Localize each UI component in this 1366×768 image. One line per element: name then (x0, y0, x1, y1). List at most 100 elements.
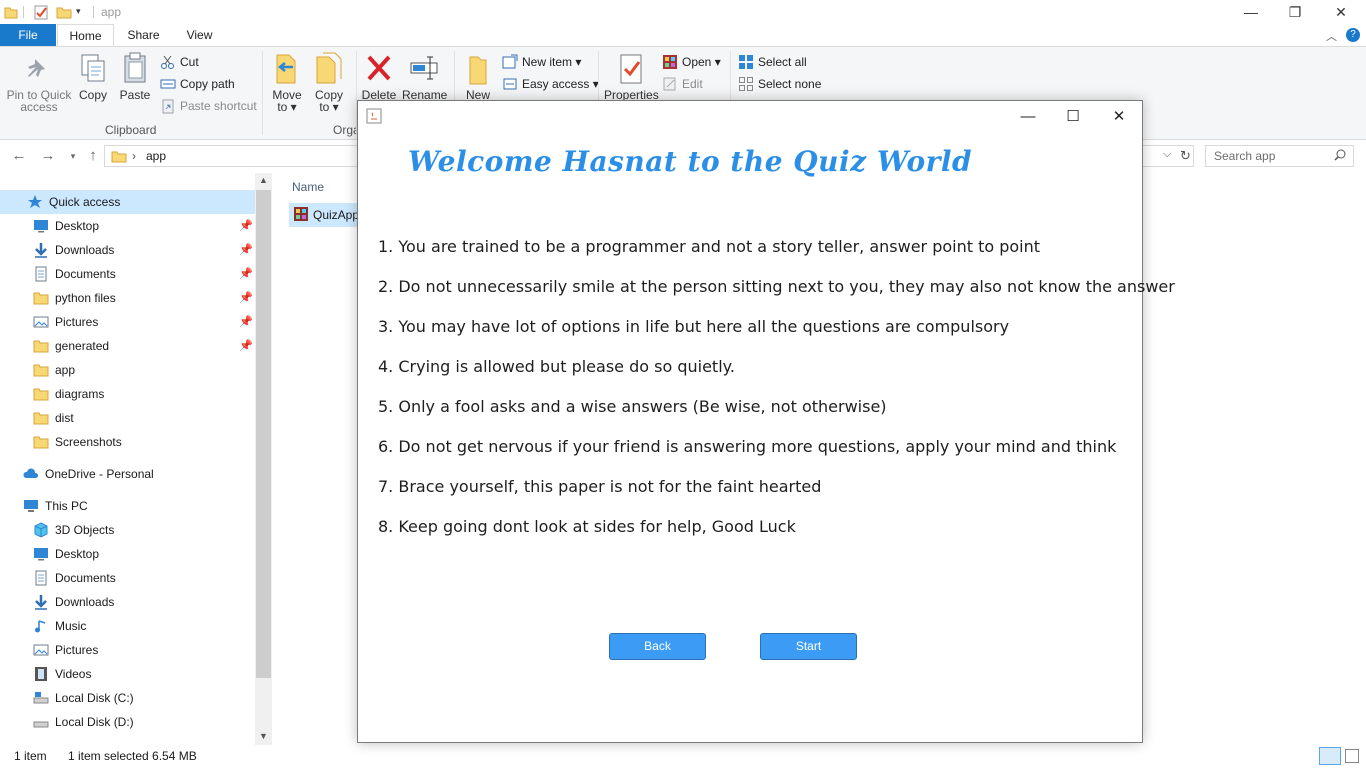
drive-c-icon (33, 690, 49, 706)
breadcrumb-chevron-icon[interactable]: › (132, 149, 136, 163)
address-dropdown-icon[interactable]: ⌵ (1163, 148, 1171, 161)
details-view-icon[interactable] (1319, 747, 1341, 765)
dialog-close-button[interactable]: ✕ (1096, 101, 1142, 131)
copy-to-button[interactable]: Copy to ▾ (310, 51, 348, 113)
documents-icon (33, 570, 49, 586)
nav-pc-local-disk-c[interactable]: Local Disk (C:) (0, 686, 255, 710)
up-arrow-icon[interactable]: ↑ (84, 147, 102, 165)
paste-button[interactable]: Paste (118, 51, 152, 101)
dialog-maximize-button[interactable]: ☐ (1050, 101, 1096, 131)
forward-arrow-icon[interactable]: → (39, 147, 57, 165)
nav-qa-downloads[interactable]: Downloads 📌 (0, 238, 255, 262)
new-folder-button[interactable]: New (460, 51, 496, 101)
back-arrow-icon[interactable]: ← (10, 147, 28, 165)
new-item-icon (502, 54, 518, 70)
help-icon[interactable]: ? (1346, 28, 1360, 42)
nav-item-label: Videos (55, 667, 92, 681)
nav-pc-local-disk-d[interactable]: Local Disk (D:) (0, 710, 255, 734)
nav-pc-3d-objects[interactable]: 3D Objects (0, 518, 255, 542)
nav-qa-dist[interactable]: dist (0, 406, 255, 430)
scroll-up-icon[interactable]: ▲ (259, 175, 268, 185)
minimize-button[interactable]: — (1228, 0, 1274, 24)
rule-8: 8. Keep going dont look at sides for hel… (378, 517, 796, 536)
nav-item-label: Documents (55, 267, 116, 281)
download-arrow-icon (33, 242, 49, 258)
nav-pc-music[interactable]: Music (0, 614, 255, 638)
search-icon (1334, 149, 1346, 164)
rule-7: 7. Brace yourself, this paper is not for… (378, 477, 822, 496)
nav-pc-downloads[interactable]: Downloads (0, 590, 255, 614)
folder-icon (33, 362, 49, 378)
select-all-button[interactable]: Select all (738, 53, 807, 71)
properties-button[interactable]: Properties (604, 51, 659, 101)
close-button[interactable]: ✕ (1318, 0, 1364, 24)
nav-pc-desktop[interactable]: Desktop (0, 542, 255, 566)
nav-qa-screenshots[interactable]: Screenshots (0, 430, 255, 454)
nav-qa-diagrams[interactable]: diagrams (0, 382, 255, 406)
pin-icon[interactable]: 📌 (239, 291, 253, 304)
nav-qa-generated[interactable]: generated 📌 (0, 334, 255, 358)
copy-button[interactable]: Copy (76, 51, 110, 101)
recent-locations-icon[interactable]: ▾ (64, 147, 82, 165)
nav-scrollbar[interactable]: ▲ ▼ (255, 173, 272, 745)
nav-pc-pictures[interactable]: Pictures (0, 638, 255, 662)
group-separator (262, 51, 263, 135)
pin-icon[interactable]: 📌 (239, 315, 253, 328)
scroll-down-icon[interactable]: ▼ (259, 731, 268, 741)
open-button[interactable]: Open ▾ (662, 53, 721, 71)
new-folder-quick-icon[interactable] (56, 4, 72, 20)
search-input[interactable]: Search app (1205, 145, 1354, 167)
breadcrumb-app[interactable]: app (146, 149, 166, 163)
rename-button[interactable]: Rename (402, 51, 447, 101)
nav-item-label: python files (55, 291, 116, 305)
nav-pc-documents[interactable]: Documents (0, 566, 255, 590)
paste-shortcut-button[interactable]: Paste shortcut (160, 97, 257, 115)
large-icons-view-icon[interactable] (1345, 749, 1359, 763)
edit-button[interactable]: Edit (662, 75, 703, 93)
back-button[interactable]: Back (609, 633, 706, 660)
folder-icon (33, 290, 49, 306)
tab-home[interactable]: Home (57, 24, 114, 47)
pin-to-quick-access-button[interactable]: Pin to Quick access (4, 51, 74, 113)
folder-icon (33, 434, 49, 450)
file-name: QuizApp (313, 208, 360, 222)
column-header-name[interactable]: Name (292, 180, 324, 194)
refresh-icon[interactable]: ↻ (1180, 148, 1191, 164)
tab-view[interactable]: View (172, 24, 227, 46)
nav-quick-access[interactable]: Quick access (0, 190, 255, 214)
restore-button[interactable]: ❐ (1272, 0, 1318, 24)
nav-onedrive[interactable]: OneDrive - Personal (0, 462, 255, 486)
customize-toolbar-icon[interactable]: ▾ (76, 6, 86, 22)
copy-icon (81, 54, 105, 82)
cut-button[interactable]: Cut (160, 53, 199, 71)
delete-button[interactable]: Delete (360, 51, 398, 101)
dialog-minimize-button[interactable]: — (1005, 101, 1051, 131)
new-item-button[interactable]: New item ▾ (502, 53, 581, 71)
scroll-thumb[interactable] (256, 190, 271, 678)
nav-qa-desktop[interactable]: Desktop 📌 (0, 214, 255, 238)
nav-this-pc[interactable]: This PC (0, 494, 255, 518)
pin-icon[interactable]: 📌 (239, 339, 253, 352)
nav-qa-app[interactable]: app (0, 358, 255, 382)
rule-4: 4. Crying is allowed but please do so qu… (378, 357, 735, 376)
nav-qa-python-files[interactable]: python files 📌 (0, 286, 255, 310)
select-none-button[interactable]: Select none (738, 75, 821, 93)
pin-icon[interactable]: 📌 (239, 243, 253, 256)
easy-access-button[interactable]: Easy access ▾ (502, 75, 599, 93)
nav-item-label: Downloads (55, 243, 115, 257)
pictures-icon (33, 642, 49, 658)
pin-icon[interactable]: 📌 (239, 219, 253, 232)
nav-pc-videos[interactable]: Videos (0, 662, 255, 686)
tab-share[interactable]: Share (116, 24, 171, 46)
collapse-ribbon-icon[interactable]: ︿ (1326, 28, 1337, 44)
copy-path-button[interactable]: Copy path (160, 75, 235, 93)
properties-quick-icon[interactable] (33, 4, 49, 20)
nav-qa-pictures[interactable]: Pictures 📌 (0, 310, 255, 334)
nav-qa-documents[interactable]: Documents 📌 (0, 262, 255, 286)
tab-file[interactable]: File (0, 24, 56, 46)
move-to-button[interactable]: Move to ▾ (268, 51, 306, 113)
start-button[interactable]: Start (760, 633, 857, 660)
pin-icon[interactable]: 📌 (239, 267, 253, 280)
desktop-icon (33, 218, 49, 234)
scissors-icon (160, 54, 176, 70)
